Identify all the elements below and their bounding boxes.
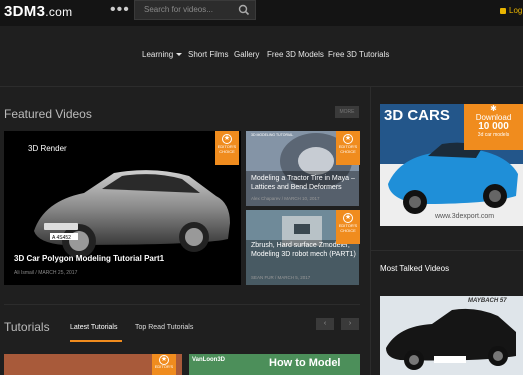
nav-short-films[interactable]: Short Films bbox=[188, 50, 228, 59]
tutorial-thumb-2[interactable]: VanLoon3D How to Model bbox=[189, 354, 360, 375]
star-icon: ★ bbox=[343, 213, 353, 223]
main-nav: Learning Short Films Gallery Free 3D Mod… bbox=[0, 50, 523, 70]
star-icon: ★ bbox=[159, 355, 169, 365]
star-icon: ✱ bbox=[490, 104, 497, 113]
top-bar: 3DM3.com ••• Search for videos... Log bbox=[0, 0, 523, 26]
tutorial-thumb-2-title: How to Model bbox=[269, 357, 341, 369]
next-button[interactable]: › bbox=[341, 318, 359, 330]
lock-icon bbox=[500, 7, 506, 14]
editors-choice-badge: ★ EDITOR'S bbox=[152, 354, 176, 375]
license-plate: A 4S452 bbox=[52, 235, 71, 241]
search-icon[interactable] bbox=[238, 4, 250, 16]
maybach-caption: MAYBACH 57 bbox=[468, 298, 507, 304]
3d-cars-ad[interactable]: 3D CARS ✱ Download 10 000 3d car models … bbox=[380, 104, 523, 226]
side-video-1-title[interactable]: Modeling a Tractor Tire in Maya – Lattic… bbox=[251, 174, 359, 192]
side-video-2-meta: SEAN FUR / MARCH 5, 2017 bbox=[251, 275, 311, 280]
ad-download-box[interactable]: ✱ Download 10 000 3d car models bbox=[464, 104, 523, 150]
featured-main-label: 3D Render bbox=[28, 144, 67, 153]
tab-top-read-tutorials[interactable]: Top Read Tutorials bbox=[135, 324, 193, 331]
search-input[interactable]: Search for videos... bbox=[134, 0, 256, 20]
editors-choice-badge: ★ EDITOR'S CHOICE bbox=[215, 131, 239, 165]
editors-choice-badge: ★ EDITOR'S CHOICE bbox=[336, 210, 360, 244]
most-talked-heading: Most Talked Videos bbox=[380, 264, 450, 273]
featured-main-meta: Ali Ismail / MARCH 25, 2017 bbox=[14, 270, 78, 276]
ad-download-line3: 3d car models bbox=[477, 132, 510, 138]
star-icon: ★ bbox=[222, 134, 232, 144]
maybach-image bbox=[380, 296, 523, 375]
tutorials-heading: Tutorials bbox=[4, 320, 50, 334]
nav-gallery[interactable]: Gallery bbox=[234, 50, 259, 59]
login-link[interactable]: Log bbox=[500, 6, 522, 15]
most-talked-video-1[interactable]: MAYBACH 57 bbox=[380, 296, 523, 375]
header-divider bbox=[0, 86, 523, 87]
nav-free-3d-models[interactable]: Free 3D Models bbox=[267, 50, 324, 59]
vanloon-brand: VanLoon3D bbox=[192, 357, 226, 363]
site-logo[interactable]: 3DM3.com bbox=[4, 3, 72, 20]
editors-choice-badge: ★ EDITOR'S CHOICE bbox=[336, 131, 360, 165]
featured-videos-heading: Featured Videos bbox=[4, 107, 92, 121]
column-divider bbox=[370, 86, 371, 375]
active-tab-indicator bbox=[70, 340, 122, 342]
tutorials-divider bbox=[4, 304, 360, 305]
nav-free-3d-tutorials[interactable]: Free 3D Tutorials bbox=[328, 50, 389, 59]
sidebar-divider bbox=[370, 250, 523, 251]
prev-button[interactable]: ‹ bbox=[316, 318, 334, 330]
tutorial-logo-text: 3D MODELING TUTORIAL bbox=[251, 133, 294, 137]
search-placeholder: Search for videos... bbox=[144, 5, 213, 14]
nav-learning[interactable]: Learning bbox=[142, 50, 183, 59]
side-video-1-meta: Alex Chaparev / MARCH 10, 2017 bbox=[251, 196, 320, 201]
ad-url[interactable]: www.3dexport.com bbox=[435, 213, 494, 220]
more-button[interactable]: MORE bbox=[335, 106, 359, 118]
chevron-down-icon bbox=[176, 53, 183, 57]
featured-main-video[interactable]: A 4S452 3D Render 3D Car Polygon Modelin… bbox=[4, 131, 241, 285]
star-icon: ★ bbox=[343, 134, 353, 144]
more-menu-icon[interactable]: ••• bbox=[110, 1, 130, 19]
featured-main-title[interactable]: 3D Car Polygon Modeling Tutorial Part1 bbox=[14, 254, 164, 263]
ad-title: 3D CARS bbox=[384, 107, 450, 124]
tab-latest-tutorials[interactable]: Latest Tutorials bbox=[70, 324, 117, 331]
ad-download-count: 10 000 bbox=[478, 121, 509, 132]
